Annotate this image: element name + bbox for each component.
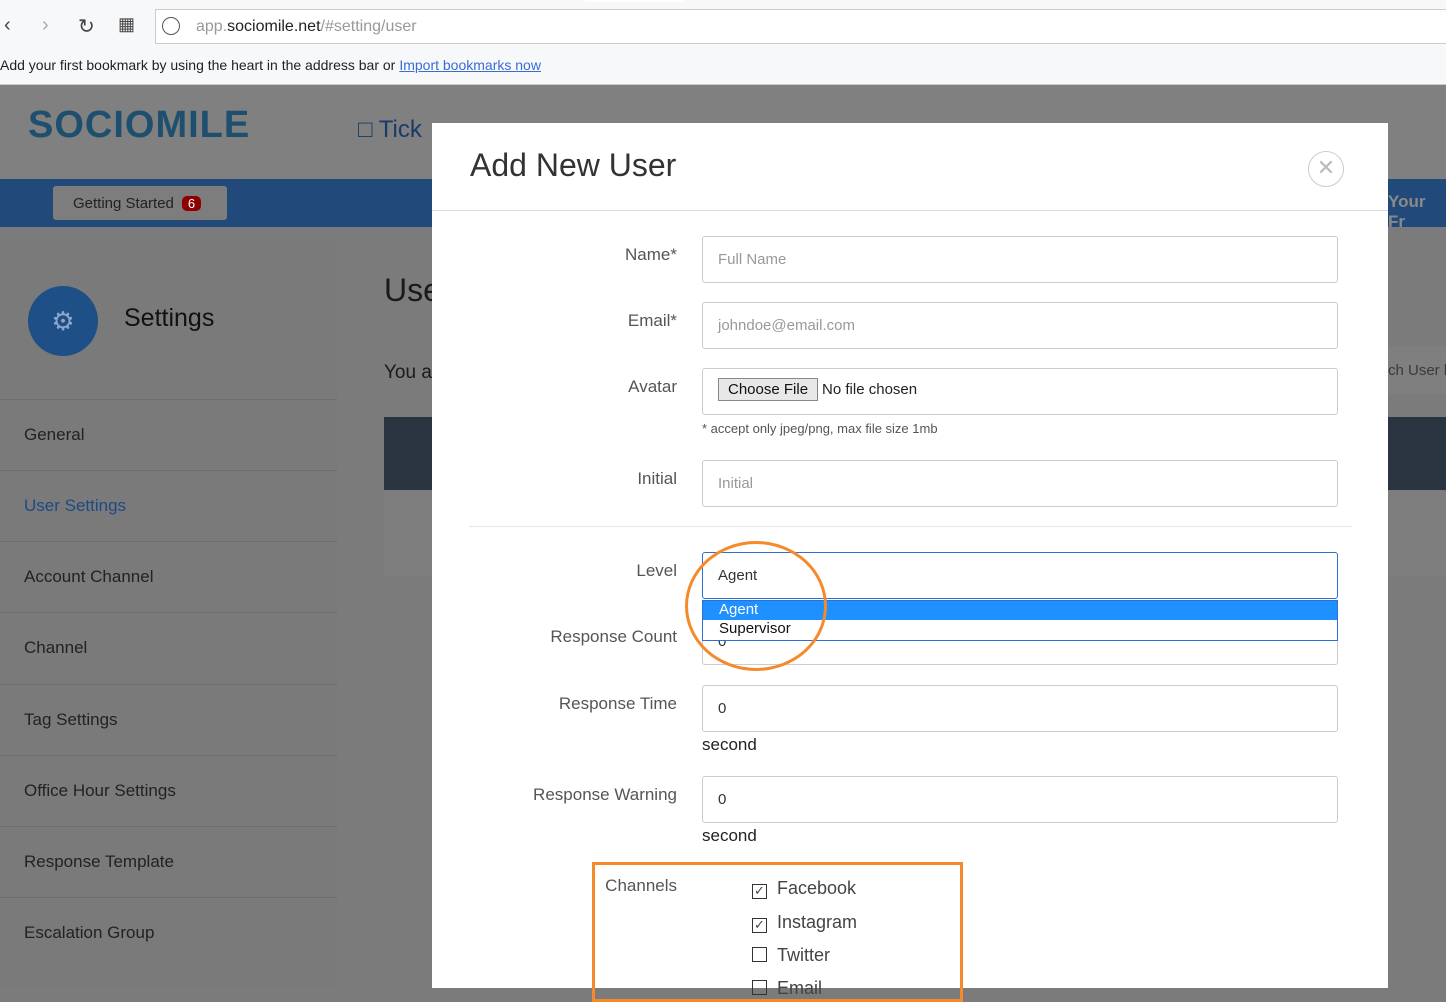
sidebar-item-user-settings[interactable]: User Settings (0, 470, 337, 541)
sidebar-item-office-hour[interactable]: Office Hour Settings (0, 755, 337, 826)
response-warning-input[interactable]: 0 (702, 776, 1338, 823)
search-input[interactable]: ch User b (1388, 346, 1446, 394)
name-input[interactable]: Full Name (702, 236, 1338, 283)
forward-icon[interactable]: › (42, 14, 49, 37)
gear-icon: ⚙ (28, 286, 98, 356)
logo[interactable]: SOCIOMILE (28, 104, 250, 147)
globe-icon (162, 17, 180, 35)
avatar-hint: * accept only jpeg/png, max file size 1m… (702, 421, 938, 436)
nav-tickets[interactable]: □ Tick (358, 116, 422, 144)
name-label: Name* (625, 245, 677, 264)
back-icon[interactable]: ‹ (4, 14, 11, 37)
bookmark-bar: Add your first bookmark by using the hea… (0, 57, 541, 73)
sidebar-item-general[interactable]: General (0, 399, 337, 470)
active-tab-indicator (585, 0, 683, 2)
browser-chrome: ‹ › ↻ ▦ app.sociomile.net/#setting/user … (0, 0, 1446, 85)
add-user-modal: Add New User ✕ Name* Full Name Email* jo… (432, 123, 1388, 998)
import-bookmarks-link[interactable]: Import bookmarks now (399, 57, 541, 73)
file-status: No file chosen (822, 381, 918, 398)
response-count-label: Response Count (550, 627, 677, 646)
annotation-box (592, 862, 963, 1002)
tabs-grid-icon[interactable]: ▦ (118, 14, 135, 35)
level-label: Level (636, 561, 677, 580)
choose-file-button[interactable]: Choose File (718, 378, 819, 401)
sidebar-item-response-template[interactable]: Response Template (0, 826, 337, 897)
avatar-label: Avatar (628, 377, 677, 396)
reload-icon[interactable]: ↻ (78, 14, 95, 39)
sidebar-title: Settings (124, 304, 215, 332)
response-warning-label: Response Warning (533, 785, 677, 804)
initial-label: Initial (637, 469, 677, 488)
divider (432, 210, 1388, 211)
sidebar-item-tag-settings[interactable]: Tag Settings (0, 684, 337, 755)
count-badge: 6 (181, 196, 202, 211)
email-input[interactable]: johndoe@email.com (702, 302, 1338, 349)
response-time-input[interactable]: 0 (702, 685, 1338, 732)
annotation-circle (685, 541, 827, 671)
sidebar-item-channel[interactable]: Channel (0, 612, 337, 683)
address-bar[interactable]: app.sociomile.net/#setting/user (155, 9, 1446, 44)
close-icon[interactable]: ✕ (1308, 151, 1344, 187)
getting-started-button[interactable]: Getting Started 6 (53, 186, 227, 220)
top-right-text: Your Fr (1388, 192, 1426, 231)
divider (469, 526, 1352, 527)
email-label: Email* (627, 311, 677, 330)
response-time-unit: second (702, 735, 757, 754)
response-warning-unit: second (702, 826, 757, 845)
page-subtitle: You a (384, 362, 432, 383)
initial-input[interactable]: Initial (702, 460, 1338, 507)
sidebar-item-escalation-group[interactable]: Escalation Group (0, 897, 337, 968)
modal-title: Add New User (470, 147, 677, 183)
sidebar-item-account-channel[interactable]: Account Channel (0, 541, 337, 612)
avatar-field: Choose File No file chosen (702, 368, 1338, 415)
response-time-label: Response Time (558, 694, 677, 713)
